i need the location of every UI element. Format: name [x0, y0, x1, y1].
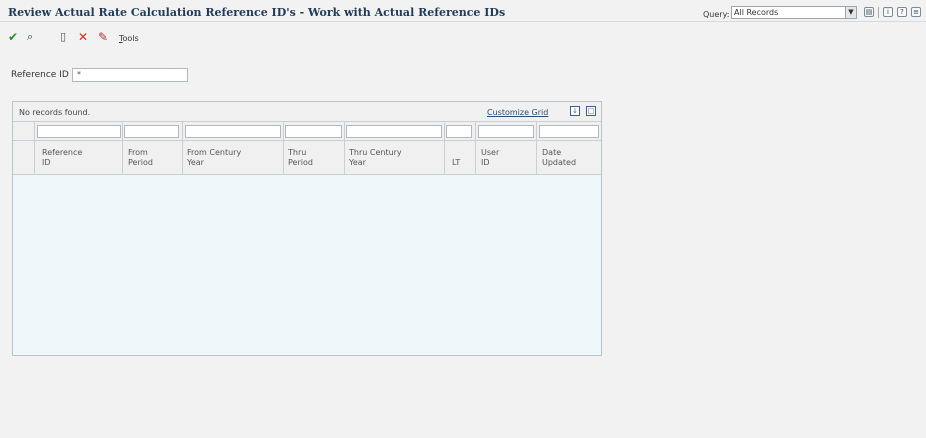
column-header-thru-century-year[interactable]: Thru Century Year [349, 148, 402, 168]
column-divider [444, 122, 445, 175]
column-divider [536, 122, 537, 175]
column-header-thru-period[interactable]: Thru Period [288, 148, 313, 168]
header-divider [0, 21, 926, 22]
column-header-line [452, 148, 460, 158]
filter-thru-century-year[interactable] [346, 125, 442, 138]
grid-toolbar: No records found. Customize Grid ↓ □ [13, 102, 601, 122]
column-header-line: LT [452, 158, 461, 167]
column-header-line: Updated [542, 158, 577, 167]
page-title: Review Actual Rate Calculation Reference… [8, 6, 506, 19]
personalize-icon[interactable]: ▤ [864, 7, 874, 17]
column-header-line: Year [187, 158, 204, 167]
column-header-reference-id[interactable]: Reference ID [42, 148, 82, 168]
tools-icon[interactable]: ✎ [98, 31, 108, 43]
column-header-line: Reference [42, 148, 83, 157]
column-header-line: ID [42, 158, 51, 167]
column-header-line: Date [542, 148, 562, 157]
close-icon[interactable]: ✕ [78, 31, 88, 43]
divider [878, 7, 879, 18]
column-divider [283, 122, 284, 175]
column-header-line: From Century [187, 148, 242, 157]
filter-from-century-year[interactable] [185, 125, 281, 138]
filter-user-id[interactable] [478, 125, 534, 138]
column-header-line: Period [128, 158, 153, 167]
column-header-line: User [481, 148, 500, 157]
customize-grid-link[interactable]: Customize Grid [487, 108, 548, 117]
grid-body [13, 175, 601, 355]
column-header-lt[interactable]: LT [452, 148, 460, 168]
filter-date-updated[interactable] [539, 125, 599, 138]
delete-icon[interactable]: ▯ [60, 31, 66, 43]
grid-status: No records found. [19, 108, 91, 117]
filter-reference-id[interactable] [37, 125, 121, 138]
query-by-example-row [13, 122, 601, 141]
query-label: Query: [703, 10, 730, 19]
column-header-line: Thru [288, 148, 307, 157]
column-header-date-updated[interactable]: Date Updated [542, 148, 576, 168]
column-divider [475, 122, 476, 175]
find-icon[interactable]: ⌕ [27, 31, 33, 43]
filter-thru-period[interactable] [285, 125, 342, 138]
tools-menu[interactable]: Tools [119, 34, 139, 43]
column-header-user-id[interactable]: User ID [481, 148, 499, 168]
reference-id-label: Reference ID [11, 70, 69, 80]
column-header-line: Year [349, 158, 366, 167]
column-header-line: Thru Century [349, 148, 402, 157]
column-header-line: Period [288, 158, 313, 167]
notes-icon[interactable]: ≡ [911, 7, 921, 17]
chevron-down-icon[interactable]: ▼ [845, 7, 856, 18]
reference-id-field[interactable]: * [72, 68, 188, 82]
filter-from-period[interactable] [124, 125, 179, 138]
column-divider [182, 122, 183, 175]
export-icon[interactable]: ↓ [570, 106, 580, 116]
column-divider [344, 122, 345, 175]
column-header-from-period[interactable]: From Period [128, 148, 153, 168]
select-check-icon[interactable]: ✔ [8, 31, 18, 43]
maximize-icon[interactable]: □ [586, 106, 596, 116]
column-divider [122, 122, 123, 175]
results-grid: No records found. Customize Grid ↓ □ Ref… [12, 101, 602, 356]
column-header-line: ID [481, 158, 490, 167]
info-icon[interactable]: i [883, 7, 893, 17]
column-divider [34, 122, 35, 175]
column-header-line: From [128, 148, 148, 157]
help-icon[interactable]: ? [897, 7, 907, 17]
query-select[interactable]: All Records [731, 6, 857, 19]
filter-lt[interactable] [446, 125, 472, 138]
column-header-from-century-year[interactable]: From Century Year [187, 148, 241, 168]
